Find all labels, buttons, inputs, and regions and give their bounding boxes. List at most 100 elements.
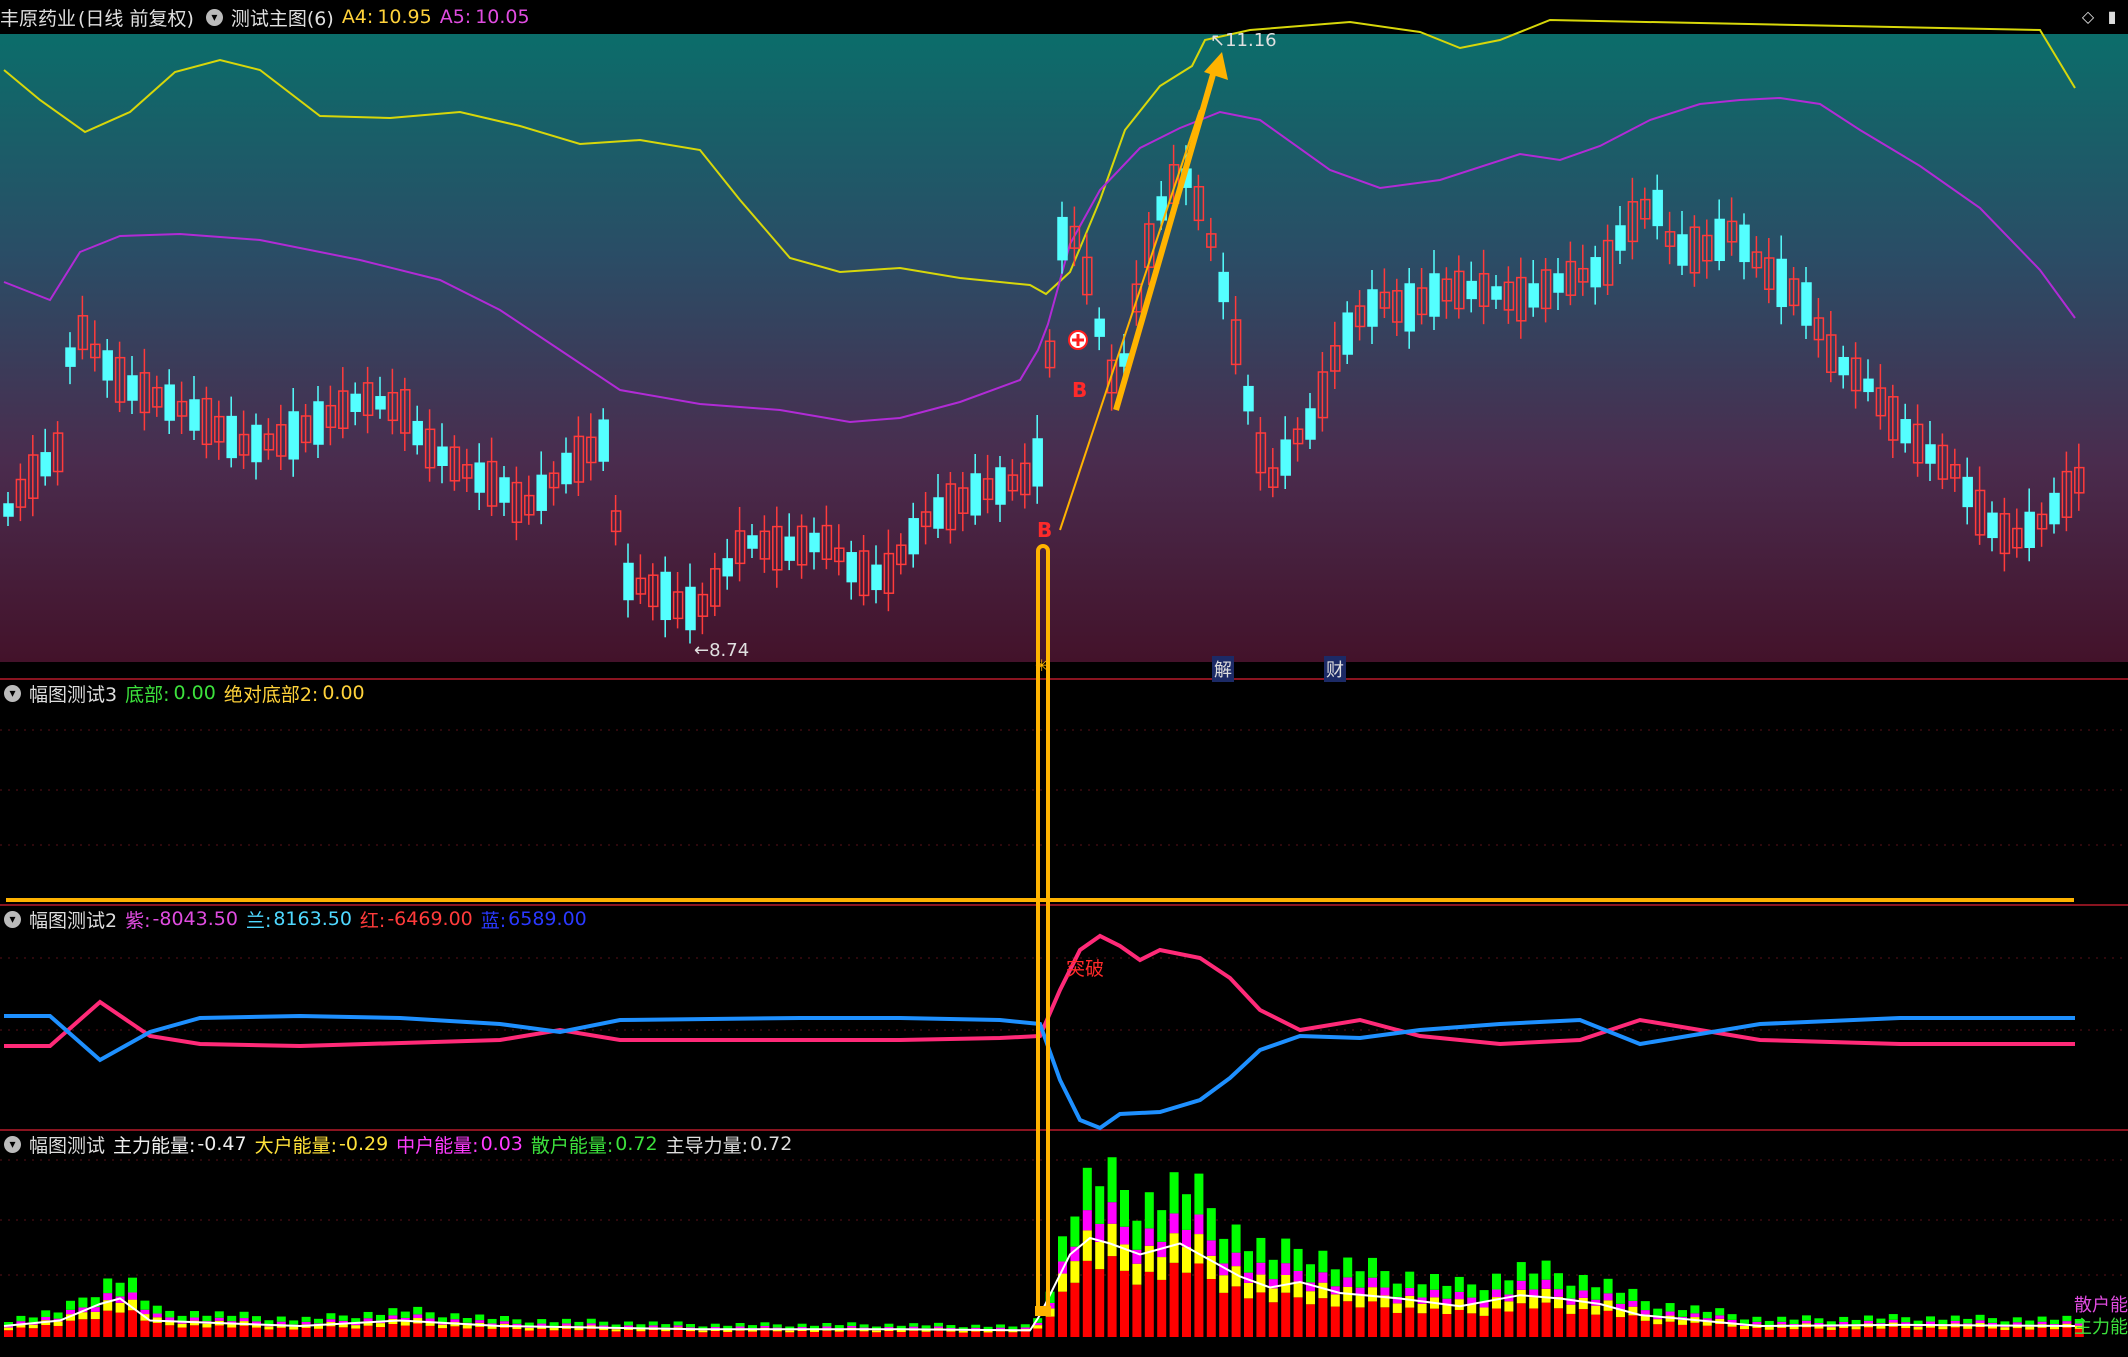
energy-bar-green [1802,1315,1811,1321]
event-jie[interactable]: 解 [1212,656,1234,682]
energy-bar-green [413,1306,423,1315]
chevron-down-icon[interactable]: ▾ [4,1135,21,1153]
candle-body [1900,419,1911,444]
candle-body [164,384,175,421]
energy-bar-red [314,1328,323,1337]
energy-bar-red [53,1325,63,1337]
candle-body [1801,282,1812,326]
energy-bar-red [1107,1256,1117,1337]
energy-bar-red [1020,1331,1030,1337]
energy-bar-red [190,1325,199,1337]
panel1-title[interactable]: 幅图测试 [29,1131,105,1158]
energy-bar-magenta [450,1319,460,1323]
energy-bar-red [1033,1328,1043,1337]
chevron-down-icon[interactable]: ▾ [4,684,21,702]
dibu-value: 0.00 [173,682,216,704]
energy-bar-green [810,1325,819,1329]
energy-bar-green [1950,1315,1960,1321]
high-price-value: 11.16 [1225,30,1277,51]
candle-body [1590,257,1601,288]
panel3-title[interactable]: 幅图测试3 [29,680,117,707]
energy-bar-green [1690,1305,1700,1314]
energy-bar-red [1988,1328,1997,1337]
energy-bar-green [723,1325,733,1329]
period[interactable]: (日线 前复权) [78,4,194,31]
energy-bar-red [1901,1328,1911,1337]
energy-bar-green [1901,1317,1911,1323]
energy-bar-magenta [735,1326,745,1329]
arrow-icon: ↖ [1210,30,1226,51]
stock-name[interactable]: 丰原药业 [0,4,76,31]
buy-marker-2[interactable]: B [1037,518,1052,542]
candle-body [536,474,547,511]
energy-bar-red [1616,1317,1625,1337]
candle-body [660,571,671,621]
candle-body [908,518,919,555]
energy-bar-yellow [1082,1230,1092,1261]
energy-bar-red [1268,1302,1278,1337]
energy-bar-green [1405,1271,1415,1288]
panel2-title[interactable]: 幅图测试2 [29,906,117,933]
energy-bar-green [1330,1269,1340,1287]
dh-value: -0.29 [339,1133,389,1155]
energy-bar-green [537,1319,547,1324]
event-star-icon[interactable]: ✳ [1035,656,1048,675]
energy-bar-magenta [326,1319,336,1323]
energy-bar-green [884,1323,894,1328]
energy-bar-red [1640,1320,1650,1337]
energy-bar-magenta [1231,1252,1241,1267]
energy-bar-yellow [1194,1234,1204,1264]
energy-bar-red [748,1331,757,1337]
candle-body [995,467,1006,505]
energy-bar-yellow [264,1326,274,1330]
energy-bar-red [1405,1307,1415,1337]
energy-bar-green [586,1318,596,1324]
energy-bar-red [1194,1263,1204,1337]
energy-bar-yellow [1442,1304,1452,1315]
energy-bar-yellow [4,1327,13,1331]
energy-bar-magenta [1839,1321,1849,1325]
energy-bar-green [735,1323,745,1327]
energy-bar-green [425,1312,435,1319]
energy-bar-magenta [562,1323,571,1326]
energy-bar-yellow [549,1327,559,1331]
energy-bar-green [1926,1316,1935,1322]
energy-bar-magenta [152,1313,162,1318]
arrow-icon [1204,52,1228,80]
energy-bar-red [239,1325,249,1337]
energy-bar-red [264,1329,274,1337]
candle-body [102,350,113,381]
energy-bar-magenta [388,1315,398,1319]
indicator-name[interactable]: 测试主图(6) [231,4,334,31]
energy-bar-green [289,1320,299,1325]
energy-bar-yellow [1107,1223,1117,1257]
chevron-down-icon[interactable]: ▾ [205,8,223,26]
energy-bar-yellow [1417,1303,1427,1314]
energy-bar-yellow [1678,1320,1687,1325]
energy-bar-red [1715,1324,1725,1337]
energy-bar-green [1702,1311,1712,1319]
low-price-value: 8.74 [709,640,750,661]
energy-bar-red [202,1327,212,1337]
energy-bar-magenta [1120,1226,1129,1245]
energy-bar-red [338,1327,348,1337]
energy-bar-green [946,1325,956,1329]
energy-bar-green [227,1315,237,1322]
chevron-down-icon[interactable]: ▾ [4,910,21,928]
buy-marker[interactable]: B [1072,378,1087,402]
energy-bar-green [1616,1292,1625,1304]
energy-bar-magenta [1256,1262,1266,1275]
energy-bar-green [1504,1280,1514,1295]
energy-bar-yellow [115,1302,125,1313]
energy-bar-green [487,1318,497,1324]
energy-bar-green [78,1297,88,1308]
zl-label: 主力能量: [113,1134,196,1157]
energy-bar-yellow [1938,1326,1948,1330]
energy-bar-red [1888,1326,1898,1337]
energy-bar-yellow [53,1321,63,1326]
candle-body [499,477,510,503]
event-cai[interactable]: 财 [1324,656,1346,682]
energy-bar-red [1913,1329,1923,1337]
energy-bar-red [1566,1313,1576,1337]
energy-bar-green [1194,1173,1204,1215]
